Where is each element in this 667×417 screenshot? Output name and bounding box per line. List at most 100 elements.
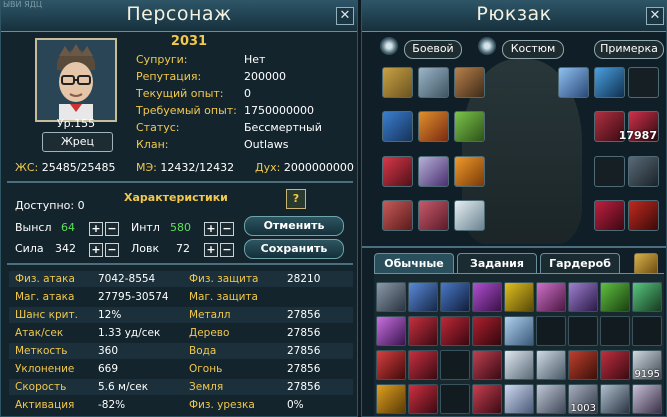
agi-plus-button[interactable]: +: [204, 243, 218, 257]
equip-slot-ammo[interactable]: 17987: [619, 111, 659, 142]
inventory-slot[interactable]: [600, 316, 630, 346]
costume-gear-icon[interactable]: [478, 37, 496, 55]
stat-label: Вода: [189, 345, 217, 357]
int-minus-button[interactable]: −: [220, 222, 234, 236]
inventory-slot[interactable]: [440, 316, 470, 346]
equip-slot-fashion-body[interactable]: [594, 67, 625, 98]
stats-row: Уклонение 669 Огонь 27856: [9, 361, 353, 377]
tab-regular[interactable]: Обычные: [374, 253, 454, 274]
inventory-slot[interactable]: [600, 350, 630, 380]
inventory-slot[interactable]: [472, 350, 502, 380]
inventory-slot[interactable]: 9195: [632, 350, 662, 380]
inventory-slot[interactable]: [504, 316, 534, 346]
info-label-spouse: Супруги:: [136, 53, 188, 66]
equip-slot-empty[interactable]: [594, 156, 625, 187]
int-plus-button[interactable]: +: [204, 222, 218, 236]
inventory-slot[interactable]: [568, 282, 598, 312]
equip-slot-ring-right[interactable]: [418, 200, 449, 231]
inventory-slot[interactable]: [504, 350, 534, 380]
inventory-slot[interactable]: [376, 282, 406, 312]
vit-plus-button[interactable]: +: [89, 222, 103, 236]
tab-quests[interactable]: Задания: [457, 253, 537, 274]
equip-slot-fashion-weapon[interactable]: [628, 200, 659, 231]
inventory-slot[interactable]: [440, 282, 470, 312]
inventory-slot[interactable]: [568, 316, 598, 346]
equip-slot-gloves[interactable]: [382, 156, 413, 187]
inventory-slot[interactable]: [600, 282, 630, 312]
stat-label: Меткость: [15, 345, 68, 357]
str-plus-button[interactable]: +: [89, 243, 103, 257]
equip-slot-cloak[interactable]: [454, 67, 485, 98]
inventory-slot[interactable]: [536, 384, 566, 414]
info-label-reputation: Репутация:: [136, 70, 202, 83]
equip-slot-belt[interactable]: [454, 111, 485, 142]
sort-inventory-icon[interactable]: [634, 253, 658, 275]
equip-slot-feet[interactable]: [454, 200, 485, 231]
inventory-slot[interactable]: [408, 282, 438, 312]
inventory-slot[interactable]: [440, 384, 470, 414]
spirit-value: 2000000000: [283, 161, 354, 174]
equip-slot-fashion-hands[interactable]: [628, 156, 659, 187]
equip-slot-ring-left[interactable]: [382, 200, 413, 231]
equip-slot-chest[interactable]: [418, 111, 449, 142]
inventory-slot[interactable]: [408, 384, 438, 414]
backpack-titlebar[interactable]: Рюкзак ✕: [362, 1, 666, 32]
character-close-button[interactable]: ✕: [336, 7, 354, 25]
inventory-slot[interactable]: [536, 350, 566, 380]
inventory-slot[interactable]: [632, 282, 662, 312]
divider: [7, 263, 353, 265]
stat-value: 5.6 м/сек: [98, 381, 149, 393]
inventory-slot[interactable]: [376, 350, 406, 380]
str-minus-button[interactable]: −: [105, 243, 119, 257]
gear-icon[interactable]: [380, 37, 398, 55]
stat-value: 27856: [287, 363, 321, 375]
inventory-slot[interactable]: [504, 384, 534, 414]
inventory-slot[interactable]: [600, 384, 630, 414]
inventory-slot[interactable]: [376, 316, 406, 346]
info-value-reputation: 200000: [244, 70, 286, 83]
stat-value: 27856: [287, 381, 321, 393]
inventory-slot[interactable]: 1003: [568, 384, 598, 414]
equip-slot-pants[interactable]: [454, 156, 485, 187]
inventory-slot[interactable]: [568, 350, 598, 380]
vit-minus-button[interactable]: −: [105, 222, 119, 236]
inventory-slot[interactable]: [632, 384, 662, 414]
character-titlebar[interactable]: ЫВИ ЯДЦ Персонаж ✕: [1, 1, 357, 32]
equip-slot-head[interactable]: [382, 67, 413, 98]
equip-slot-weapon[interactable]: [382, 111, 413, 142]
inventory-slot[interactable]: [376, 384, 406, 414]
inventory-slot[interactable]: [536, 282, 566, 312]
equip-slot-fashion-feet[interactable]: [594, 200, 625, 231]
cancel-button[interactable]: Отменить: [244, 216, 344, 236]
backpack-panel: Рюкзак ✕ Боевой Костюм Примерка 17987 Об…: [361, 0, 667, 417]
equip-slot-necklace[interactable]: [418, 67, 449, 98]
inventory-slot[interactable]: [472, 282, 502, 312]
stat-label: Физ. защита: [189, 273, 259, 285]
inventory-slot[interactable]: [536, 316, 566, 346]
help-button[interactable]: ?: [286, 189, 306, 209]
backpack-close-button[interactable]: ✕: [646, 7, 664, 25]
stat-value: 0%: [287, 399, 304, 411]
inventory-slot[interactable]: [632, 316, 662, 346]
inventory-slot[interactable]: [440, 350, 470, 380]
agi-minus-button[interactable]: −: [220, 243, 234, 257]
save-button[interactable]: Сохранить: [244, 239, 344, 259]
tab-wardrobe[interactable]: Гардероб: [540, 253, 620, 274]
stat-label: Атак/сек: [15, 327, 64, 339]
fitting-button[interactable]: Примерка: [594, 40, 664, 59]
inventory-slot[interactable]: [504, 282, 534, 312]
stat-vit-label: Вынсл: [15, 221, 52, 234]
character-class-button[interactable]: Жрец: [42, 132, 113, 152]
inventory-slot[interactable]: [408, 316, 438, 346]
equip-slot-empty[interactable]: [628, 67, 659, 98]
equip-slot-bracers[interactable]: [418, 156, 449, 187]
equip-slot-fashion-head[interactable]: [558, 67, 589, 98]
stat-str-value: 342: [55, 242, 76, 255]
costume-button[interactable]: Костюм: [502, 40, 564, 59]
inventory-slot[interactable]: [472, 384, 502, 414]
inventory-slot[interactable]: [472, 316, 502, 346]
inventory-slot[interactable]: [408, 350, 438, 380]
battle-mode-button[interactable]: Боевой: [404, 40, 462, 59]
spirit-readout: Дух: 2000000000: [255, 161, 354, 174]
info-value-clan: Outlaws: [244, 138, 289, 151]
